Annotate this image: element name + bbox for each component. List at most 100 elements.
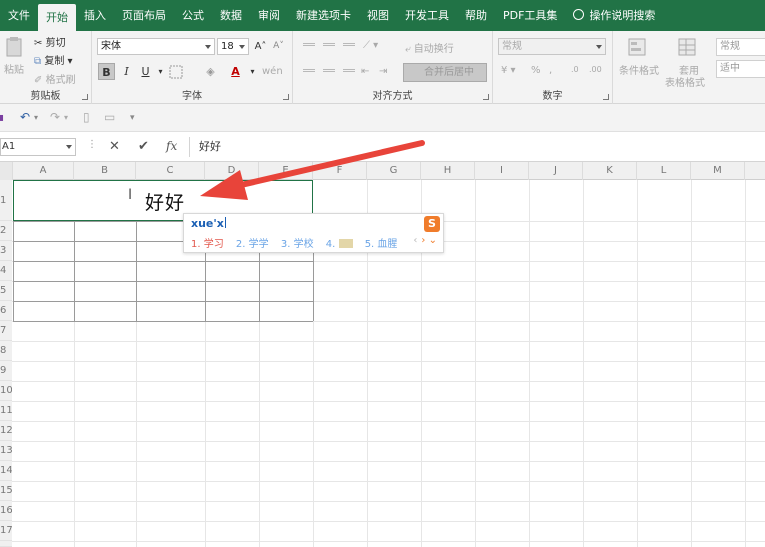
style-neutral[interactable]: 适中 — [716, 60, 765, 78]
chevron-down-icon[interactable]: ⌄ — [429, 235, 437, 246]
row-header-9[interactable]: 9 — [0, 361, 12, 381]
number-launcher-icon[interactable] — [603, 94, 609, 100]
row-header-12[interactable]: 12 — [0, 421, 12, 441]
tab-pdf-tools[interactable]: PDF工具集 — [495, 0, 565, 31]
confirm-icon[interactable]: ✔ — [138, 139, 149, 154]
phonetic-icon[interactable]: wén — [262, 63, 283, 80]
tab-formulas[interactable]: 公式 — [174, 0, 212, 31]
redo-icon[interactable]: ↷ — [50, 110, 60, 124]
tab-page-layout[interactable]: 页面布局 — [114, 0, 174, 31]
row-header-10[interactable]: 10 — [0, 381, 12, 401]
tab-help[interactable]: 帮助 — [457, 0, 495, 31]
format-painter-button[interactable]: ✐ 格式刷 — [34, 71, 76, 86]
tab-insert[interactable]: 插入 — [76, 0, 114, 31]
chevron-down-icon[interactable]: ▾ — [34, 113, 38, 122]
tab-developer[interactable]: 开发工具 — [397, 0, 457, 31]
row-header-1[interactable]: 1 — [0, 180, 12, 221]
increase-decimal-icon[interactable]: .0 — [571, 65, 579, 74]
tab-review[interactable]: 审阅 — [250, 0, 288, 31]
font-name-select[interactable]: 宋体 — [97, 38, 215, 55]
row-header-4[interactable]: 4 — [0, 261, 12, 281]
row-header-14[interactable]: 14 — [0, 461, 12, 481]
column-header-a[interactable]: A — [13, 162, 74, 180]
align-middle-icon[interactable] — [323, 43, 335, 46]
decrease-decimal-icon[interactable]: .00 — [589, 65, 602, 74]
copy-button[interactable]: ⧉ 复制 ▾ — [34, 52, 73, 67]
chevron-down-icon[interactable]: ▾ — [64, 113, 68, 122]
column-header-d[interactable]: D — [205, 162, 259, 180]
align-right-icon[interactable] — [343, 69, 355, 72]
formula-input[interactable]: 好好 — [189, 137, 765, 157]
comma-icon[interactable]: , — [549, 65, 552, 76]
column-header-f[interactable]: F — [313, 162, 367, 180]
number-format-select[interactable]: 常规 — [498, 38, 606, 55]
font-launcher-icon[interactable] — [283, 94, 289, 100]
cut-button[interactable]: ✂ 剪切 — [34, 34, 66, 49]
orientation-icon[interactable]: ⟋ ▾ — [363, 40, 378, 51]
percent-button[interactable]: % — [531, 65, 541, 76]
row-header-7[interactable]: 7 — [0, 321, 12, 341]
row-header-13[interactable]: 13 — [0, 441, 12, 461]
row-header-11[interactable]: 11 — [0, 401, 12, 421]
row-header-15[interactable]: 15 — [0, 481, 12, 501]
select-all-corner[interactable] — [0, 162, 13, 180]
column-header-h[interactable]: H — [421, 162, 475, 180]
font-size-select[interactable]: 18 — [217, 38, 249, 55]
ime-candidate[interactable]: 4. — [326, 239, 353, 250]
bold-button[interactable]: B — [98, 63, 115, 80]
column-header-j[interactable]: J — [529, 162, 583, 180]
column-header-c[interactable]: C — [136, 162, 205, 180]
tell-me-search[interactable]: 操作说明搜索 — [565, 0, 663, 31]
indent-increase-icon[interactable]: ⇥ — [379, 66, 387, 77]
decrease-font-icon[interactable]: A˅ — [270, 38, 287, 55]
tab-file[interactable]: 文件 — [0, 0, 38, 31]
print-icon[interactable]: ▭ — [104, 110, 115, 124]
name-box[interactable]: A1 — [0, 138, 76, 156]
row-header-5[interactable]: 5 — [0, 281, 12, 301]
align-left-icon[interactable] — [303, 69, 315, 72]
chevron-down-icon[interactable]: ▾ — [244, 63, 261, 80]
save-icon[interactable]: ▪ — [0, 110, 4, 124]
ime-candidate[interactable]: 5. 血腥 — [365, 239, 398, 250]
row-header-2[interactable]: 2 — [0, 221, 12, 241]
currency-icon[interactable]: ¥ ▾ — [501, 65, 516, 76]
align-top-icon[interactable] — [303, 43, 315, 46]
ime-candidate[interactable]: 1. 学习 — [191, 239, 224, 250]
align-center-icon[interactable] — [323, 69, 335, 72]
italic-button[interactable]: I — [118, 63, 135, 80]
column-header-k[interactable]: K — [583, 162, 637, 180]
tab-new[interactable]: 新建选项卡 — [288, 0, 359, 31]
tab-view[interactable]: 视图 — [359, 0, 397, 31]
style-normal[interactable]: 常规 — [716, 38, 765, 56]
conditional-format-button[interactable]: 条件格式 — [619, 62, 659, 77]
increase-font-icon[interactable]: A˄ — [252, 38, 269, 55]
undo-icon[interactable]: ↶ — [20, 110, 30, 124]
tab-data[interactable]: 数据 — [212, 0, 250, 31]
row-header-6[interactable]: 6 — [0, 301, 12, 321]
align-bottom-icon[interactable] — [343, 43, 355, 46]
customize-qat-icon[interactable]: ▾ — [130, 113, 135, 123]
column-header-b[interactable]: B — [74, 162, 136, 180]
chevron-right-icon[interactable]: › — [421, 235, 425, 246]
column-header-l[interactable]: L — [637, 162, 691, 180]
clipboard-launcher-icon[interactable] — [82, 94, 88, 100]
row-header-17[interactable]: 17 — [0, 521, 12, 541]
column-header-i[interactable]: I — [475, 162, 529, 180]
borders-icon[interactable] — [169, 65, 183, 79]
column-header-m[interactable]: M — [691, 162, 745, 180]
indent-decrease-icon[interactable]: ⇤ — [361, 66, 369, 77]
chevron-down-icon[interactable]: ▾ — [152, 63, 169, 80]
ime-candidate[interactable]: 3. 学校 — [281, 239, 314, 250]
row-header-8[interactable]: 8 — [0, 341, 12, 361]
cancel-icon[interactable]: ✕ — [109, 139, 120, 154]
alignment-launcher-icon[interactable] — [483, 94, 489, 100]
chevron-left-icon[interactable]: ‹ — [413, 235, 417, 246]
merge-center-button[interactable]: 合并后居中 — [403, 63, 487, 82]
ime-candidate[interactable]: 2. 学学 — [236, 239, 269, 250]
tab-home[interactable]: 开始 — [38, 4, 76, 31]
fill-color-icon[interactable]: ◈ — [202, 63, 219, 80]
row-header-16[interactable]: 16 — [0, 501, 12, 521]
open-icon[interactable]: ▯ — [83, 110, 90, 124]
font-color-icon[interactable]: A — [227, 63, 244, 80]
column-header-e[interactable]: E — [259, 162, 313, 180]
